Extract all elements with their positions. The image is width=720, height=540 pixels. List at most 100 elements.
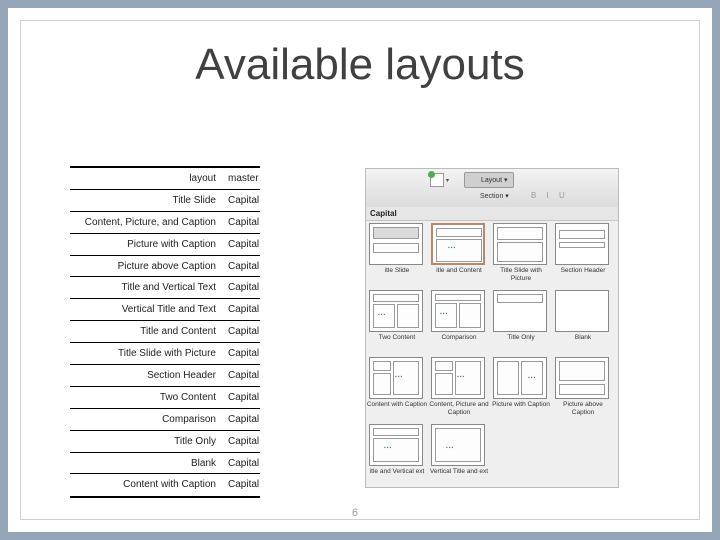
thumbnail-caption: itle and Vertical ext (369, 468, 425, 475)
content-icons: ▪▪▪ (395, 374, 404, 380)
cell-master: Capital (228, 391, 260, 403)
layout-thumbnail[interactable]: Section Header (552, 221, 614, 288)
table-row: Title and Vertical Text Capital (70, 277, 260, 300)
cell-master: Capital (228, 216, 260, 228)
cell-master: Capital (228, 282, 260, 294)
layout-thumbnail[interactable]: Blank (552, 288, 614, 355)
content-icons: ▪▪▪ (528, 375, 537, 381)
table-row: Title Slide Capital (70, 190, 260, 212)
cell-layout: Comparison (162, 413, 216, 425)
table-row: Two Content Capital (70, 387, 260, 409)
content-icons: ▪▪▪ (378, 312, 387, 318)
dropdown-arrow-icon[interactable]: ▾ (446, 177, 449, 184)
thumbnail-preview: ▪▪▪ (369, 290, 423, 332)
table-row: Picture above Caption Capital (70, 256, 260, 278)
layout-thumbnail[interactable]: ▪▪▪ Comparison (428, 288, 490, 355)
placeholder-box (497, 227, 543, 240)
thumbnail-preview: ▪▪▪ (431, 223, 485, 265)
placeholder-box (497, 361, 519, 395)
thumbnail-preview (555, 290, 609, 332)
placeholder-box (497, 294, 543, 303)
layout-thumbnail[interactable]: ▪▪▪ Content, Picture and Caption (428, 355, 490, 422)
placeholder-box (559, 242, 605, 248)
cell-master: Capital (228, 304, 260, 316)
thumbnail-caption: Title Slide with Picture (500, 267, 542, 282)
thumbnail-caption: itle Slide (384, 267, 410, 274)
cell-master: Capital (228, 238, 260, 250)
table-row: Content, Picture, and Caption Capital (70, 212, 260, 234)
placeholder-box (373, 294, 419, 302)
placeholder-box (559, 230, 605, 239)
cell-layout: Section Header (147, 370, 216, 382)
cell-master: Capital (228, 457, 260, 469)
thumbnail-preview: ▪▪▪ (431, 290, 485, 332)
thumbnail-preview: ▪▪▪ (493, 357, 547, 399)
cell-layout: Title Only (174, 435, 216, 447)
layout-table: layout master Title Slide Capital Content… (70, 166, 260, 499)
placeholder-box (436, 239, 482, 262)
layout-thumbnail[interactable]: ▪▪▪ Vertical Title and ext (428, 422, 490, 487)
table-row: Title and Content Capital (70, 321, 260, 344)
thumbnail-caption: Picture with Caption (492, 401, 550, 408)
table-row: Comparison Capital (70, 409, 260, 431)
placeholder-box (373, 243, 419, 253)
placeholder-box (436, 228, 482, 237)
layout-thumbnail[interactable]: Title Only (490, 288, 552, 355)
section-label: Section ▾ (480, 193, 509, 200)
thumbnail-caption: Content with Caption (366, 401, 428, 408)
layout-thumbnail[interactable]: ▪▪▪ Picture with Caption (490, 355, 552, 422)
thumbnail-caption: Comparison (441, 334, 477, 341)
layout-thumbnail[interactable]: Title Slide with Picture (490, 221, 552, 288)
placeholder-box (459, 303, 481, 328)
cell-master: Capital (228, 260, 260, 272)
cell-layout: Vertical Title and Text (121, 304, 216, 316)
thumbnail-caption: Section Header (560, 267, 606, 274)
ribbon-toolbar: ▾ Layout ▾ Section ▾ B I U (366, 169, 618, 208)
thumbnail-preview: ▪▪▪ (431, 357, 485, 399)
layout-thumbnail[interactable]: itle Slide (366, 221, 428, 288)
layout-thumbnail[interactable]: ▪▪▪ Content with Caption (366, 355, 428, 422)
layout-thumbnail[interactable]: Picture above Caption (552, 355, 614, 422)
layout-thumbnail[interactable]: ▪▪▪ Two Content (366, 288, 428, 355)
cell-layout: Title Slide with Picture (118, 348, 216, 360)
thumbnail-caption: Blank (574, 334, 592, 341)
thumbnail-preview (555, 223, 609, 265)
thumbnail-caption: Two Content (378, 334, 416, 341)
thumbnail-caption: Picture above Caption (563, 401, 603, 416)
content-icons: ▪▪▪ (384, 445, 393, 451)
cell-master: Capital (228, 370, 260, 382)
layout-button[interactable]: Layout ▾ (464, 172, 514, 188)
thumbnail-preview: ▪▪▪ (369, 357, 423, 399)
slide-title: Available layouts (195, 40, 525, 89)
layout-grid: itle Slide ▪▪▪ itle and Content Title Slide… (366, 221, 618, 487)
placeholder-box (435, 294, 481, 301)
content-icons: ▪▪▪ (457, 374, 466, 380)
content-icons: ▪▪▪ (446, 445, 455, 451)
layout-thumbnail[interactable]: ▪▪▪ itle and Vertical ext (366, 422, 428, 487)
table-row: Vertical Title and Text Capital (70, 299, 260, 322)
section-button[interactable]: Section ▾ (464, 189, 509, 205)
thumbnail-caption: Vertical Title and ext (429, 468, 489, 475)
placeholder-box (559, 384, 605, 395)
cell-master: Capital (228, 435, 260, 447)
cell-layout: Blank (190, 457, 216, 469)
thumbnail-preview (369, 223, 423, 265)
layout-gallery-screenshot: ▾ Layout ▾ Section ▾ B I U Capital itle … (365, 168, 619, 488)
table-row: Title Only Capital (70, 431, 260, 453)
cell-master: Capital (228, 479, 260, 491)
table-row: Picture with Caption Capital (70, 234, 260, 256)
page-number: 6 (352, 507, 359, 519)
cell-layout: Title and Vertical Text (121, 282, 217, 294)
cell-master: Capital (228, 348, 260, 360)
layout-thumbnail[interactable]: ▪▪▪ itle and Content (428, 221, 490, 288)
cell-layout: Two Content (159, 391, 216, 403)
new-slide-icon[interactable] (428, 171, 444, 187)
layout-label: Layout ▾ (481, 177, 508, 184)
table-row: Content with Caption Capital (70, 474, 260, 496)
header-master: master (228, 173, 259, 184)
table-row: Section Header Capital (70, 365, 260, 387)
cell-layout: Picture above Caption (117, 260, 216, 272)
font-format-icons: B I U (531, 191, 569, 200)
placeholder-box (373, 361, 391, 371)
placeholder-box (559, 361, 605, 381)
